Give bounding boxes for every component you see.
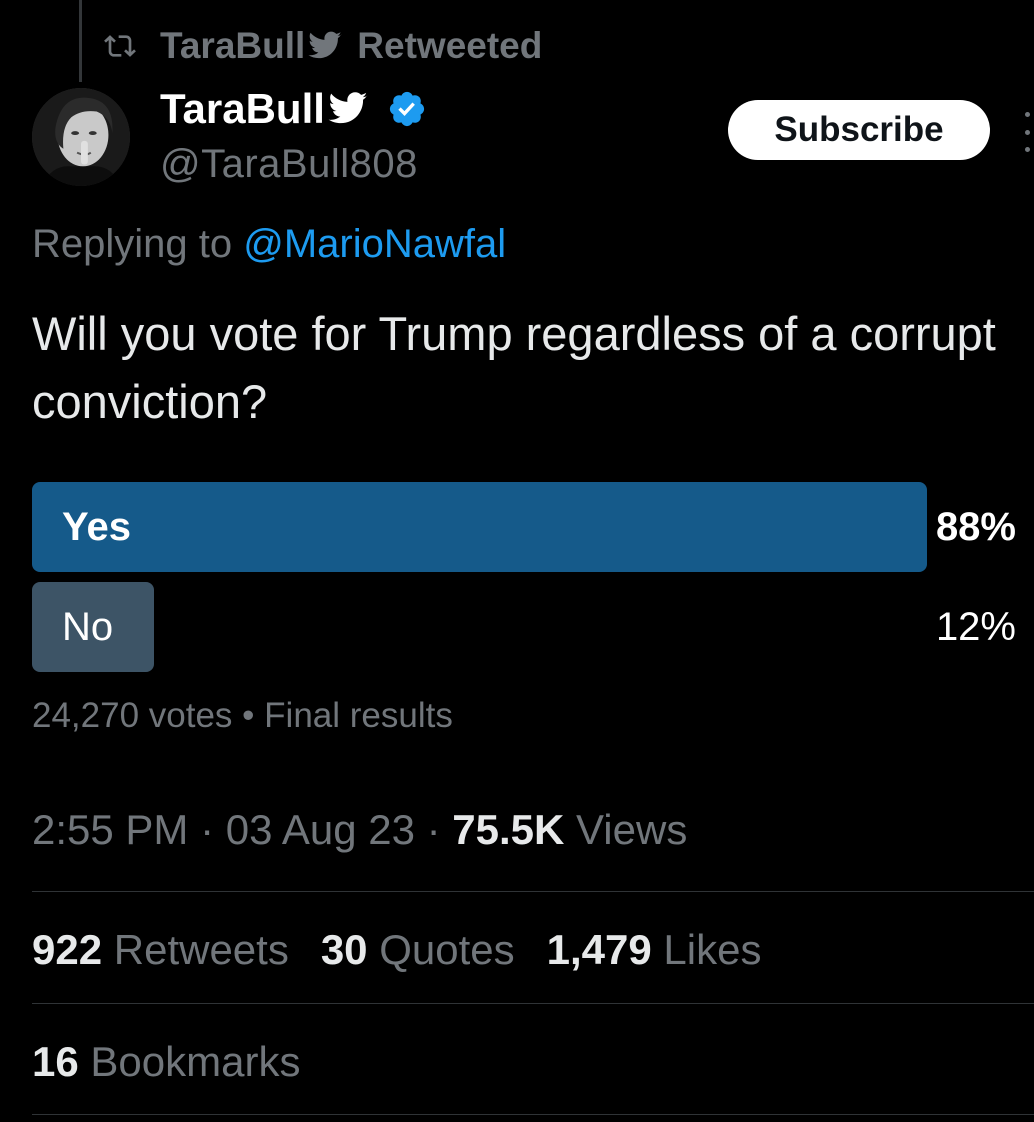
poll-option-percent: 12% — [935, 605, 1016, 649]
tweet-text: Will you vote for Trump regardless of a … — [32, 307, 996, 428]
poll-option-label: Yes — [62, 505, 131, 549]
avatar[interactable] — [32, 88, 130, 186]
poll-option-percent: 88% — [935, 505, 1016, 549]
poll-votes: 24,270 votes — [32, 696, 233, 735]
retweets-count: 922 — [32, 926, 103, 973]
poll-meta: 24,270 votes • Final results — [32, 696, 453, 736]
bookmarks-count: 16 — [32, 1038, 79, 1085]
retweeter-name[interactable]: TaraBull — [160, 25, 305, 67]
bird-icon — [308, 31, 342, 59]
engagement-stats: 922 Retweets 30 Quotes 1,479 Likes — [32, 926, 761, 974]
likes-stat[interactable]: 1,479 Likes — [547, 926, 762, 974]
bookmarks-stat[interactable]: 16 Bookmarks — [32, 1038, 300, 1086]
bird-icon — [328, 92, 368, 124]
likes-count: 1,479 — [546, 926, 652, 973]
poll-option-no: No 12% — [32, 582, 1016, 672]
meta-separator: · — [426, 806, 441, 853]
author-block: TaraBull @TaraBull808 — [160, 84, 427, 187]
tweet-date[interactable]: 03 Aug 23 — [226, 806, 415, 853]
retweets-label: Retweets — [113, 926, 289, 973]
subscribe-button[interactable]: Subscribe — [728, 100, 990, 160]
avatar-image — [32, 88, 130, 186]
poll-bar-yes — [32, 482, 927, 572]
quotes-stat[interactable]: 30 Quotes — [321, 926, 515, 974]
more-options-icon[interactable] — [1020, 112, 1034, 152]
author-handle[interactable]: @TaraBull808 — [160, 142, 427, 187]
quotes-label: Quotes — [379, 926, 515, 973]
reply-context: Replying to @MarioNawfal — [32, 222, 506, 267]
poll-option-yes: Yes 88% — [32, 482, 1016, 572]
retweets-stat[interactable]: 922 Retweets — [32, 926, 289, 974]
author-name-row: TaraBull — [160, 84, 427, 134]
replying-prefix: Replying to — [32, 222, 233, 266]
poll-separator: • — [242, 696, 255, 735]
retweet-header: TaraBull Retweeted — [104, 24, 542, 68]
retweet-icon — [104, 35, 136, 57]
quotes-count: 30 — [320, 926, 368, 973]
meta-separator: · — [200, 806, 215, 853]
retweeted-label: Retweeted — [357, 25, 543, 66]
divider — [32, 1114, 1034, 1115]
views-count: 75.5K — [452, 806, 565, 853]
poll-option-label: No — [62, 605, 114, 649]
reply-mention-link[interactable]: @MarioNawfal — [243, 222, 506, 266]
thread-connector-line — [79, 0, 82, 82]
verified-badge-icon[interactable] — [387, 89, 427, 129]
tweet-time[interactable]: 2:55 PM — [32, 806, 188, 853]
divider — [32, 891, 1034, 892]
divider — [32, 1003, 1034, 1004]
views-label: Views — [576, 806, 688, 853]
likes-label: Likes — [663, 926, 762, 973]
tweet-timestamp: 2:55 PM · 03 Aug 23 · 75.5K Views — [32, 806, 687, 854]
poll-status: Final results — [264, 696, 453, 735]
author-name[interactable]: TaraBull — [160, 85, 325, 133]
bookmarks-label: Bookmarks — [90, 1038, 301, 1085]
